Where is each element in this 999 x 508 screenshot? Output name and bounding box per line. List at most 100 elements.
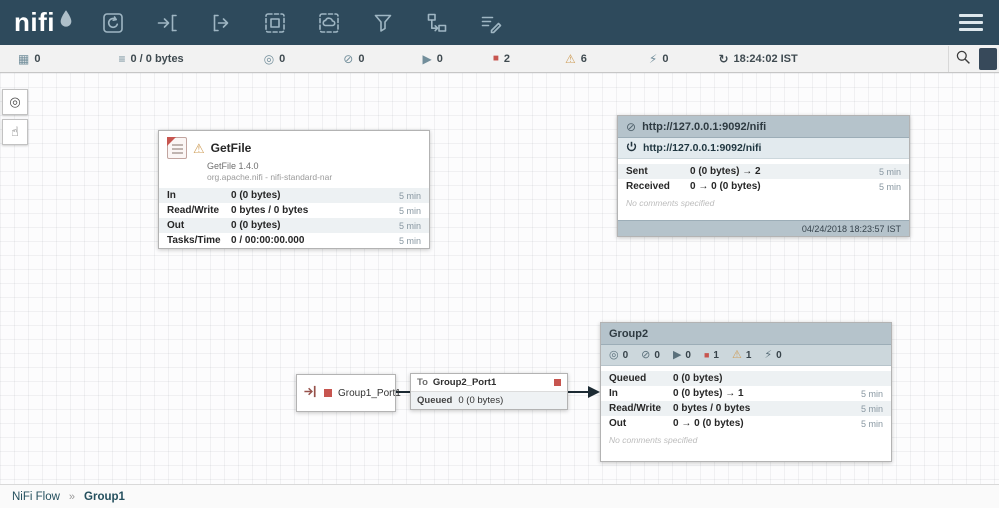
connection-to-label: To (417, 377, 428, 388)
processor-name: GetFile (211, 141, 252, 155)
transmission-icon (626, 141, 637, 155)
stat-value: 0 / 00:00:00.000 (231, 235, 304, 246)
process-group-tool-icon[interactable] (260, 8, 290, 38)
stat-value: 0 → 0 (0 bytes) (690, 181, 761, 192)
group-invalid-count: ⚠ 1 (732, 350, 751, 361)
stat-window: 5 min (879, 182, 901, 192)
group-name: Group2 (609, 328, 648, 340)
template-tool-icon[interactable] (422, 8, 452, 38)
stat-window: 5 min (861, 404, 883, 414)
connection-target-row: To Group2_Port1 (411, 374, 567, 392)
stat-value: 0 (0 bytes) (673, 373, 722, 384)
stat-label: In (609, 388, 673, 399)
running-stat: ▶ 0 (422, 53, 442, 65)
stat-window: 5 min (861, 389, 883, 399)
transmitting-stat: ◎ 0 (264, 53, 286, 65)
group-transmitting-count: ◎ 0 (609, 350, 628, 361)
not-transmitting-icon: ⊘ (343, 53, 353, 65)
connection-target-name: Group2_Port1 (433, 377, 496, 388)
breadcrumb-separator: » (69, 491, 75, 503)
disabled-icon: ⚡ (649, 53, 657, 65)
stopped-icon: ■ (493, 54, 499, 64)
label-tool-icon[interactable] (476, 8, 506, 38)
stat-value: 0 (0 bytes) → 1 (673, 388, 744, 399)
group-not-transmitting-count: ⊘ 0 (641, 350, 660, 361)
output-port-tool-icon[interactable] (206, 8, 236, 38)
stopped-count: 2 (504, 53, 510, 65)
invalid-icon: ⚠ (565, 53, 576, 65)
active-threads-stat: ▦ 0 (18, 53, 40, 65)
stat-window: 5 min (879, 167, 901, 177)
port-name: Group1_Port1 (338, 388, 401, 399)
funnel-tool-icon[interactable] (368, 8, 398, 38)
disabled-icon: ⚡ (764, 350, 772, 361)
stat-value: 0 → 0 (0 bytes) (673, 418, 744, 429)
group-disabled-count: ⚡ 0 (764, 350, 781, 361)
processor-bundle: org.apache.nifi - nifi-standard-nar (207, 172, 421, 182)
running-icon: ▶ (673, 350, 681, 361)
rpg-last-refreshed: 04/24/2018 18:23:57 IST (618, 220, 909, 236)
global-menu-button[interactable] (959, 14, 983, 31)
not-transmitting-count: 0 (358, 53, 364, 65)
processor-getfile[interactable]: ⚠ GetFile GetFile 1.4.0 org.apache.nifi … (158, 130, 430, 249)
invalid-count: 6 (581, 53, 587, 65)
breadcrumb-current[interactable]: Group1 (84, 491, 125, 503)
breadcrumb: NiFi Flow » Group1 (0, 484, 999, 508)
not-transmitting-stat: ⊘ 0 (343, 53, 364, 65)
not-transmitting-icon: ⊘ (626, 121, 636, 133)
stat-label: Read/Write (609, 403, 673, 414)
stat-window: 5 min (861, 419, 883, 429)
queued-count: 0 / 0 bytes (130, 53, 183, 65)
group-stat-row: Out 0 → 0 (0 bytes) 5 min (601, 416, 891, 431)
operate-palette-toggle[interactable]: ☝ (2, 119, 28, 145)
rpg-stat-row: Received 0 → 0 (0 bytes) 5 min (618, 179, 909, 194)
nifi-logo: nifi (0, 0, 84, 45)
group-stat-row: In 0 (0 bytes) → 1 5 min (601, 386, 891, 401)
queued-stat: ≡ 0 / 0 bytes (118, 53, 183, 65)
stat-window: 5 min (399, 236, 421, 246)
refresh-stat[interactable]: ↻ 18:24:02 IST (718, 53, 797, 65)
stat-value: 0 (0 bytes) → 2 (690, 166, 761, 177)
processor-header: ⚠ GetFile GetFile 1.4.0 org.apache.nifi … (159, 131, 429, 188)
processor-tool-icon[interactable] (98, 8, 128, 38)
processor-stat-row: In 0 (0 bytes) 5 min (159, 188, 429, 203)
remote-process-group-tool-icon[interactable] (314, 8, 344, 38)
process-group-group2[interactable]: Group2 ◎ 0 ⊘ 0 ▶ 0 ■ 1 (600, 322, 892, 462)
stat-label: Read/Write (167, 205, 231, 216)
palette-toggles: ◎ ☝ (2, 89, 28, 145)
remote-process-group[interactable]: ⊘ http://127.0.0.1:9092/nifi http://127.… (617, 115, 910, 237)
processor-stat-row: Read/Write 0 bytes / 0 bytes 5 min (159, 203, 429, 218)
stat-label: Queued (609, 373, 673, 384)
stat-label: Sent (626, 166, 690, 177)
connection-queued-value: 0 (0 bytes) (458, 395, 503, 406)
stat-label: Received (626, 181, 690, 192)
logo-text: nifi (14, 0, 55, 45)
flow-status-bar: ▦ 0 ≡ 0 / 0 bytes ◎ 0 ⊘ 0 ▶ 0 ■ 2 ⚠ 6 ⚡ (0, 45, 999, 73)
active-threads-count: 0 (34, 53, 40, 65)
component-toolbar (98, 8, 506, 38)
stopped-stat: ■ 2 (493, 53, 510, 65)
connection-queued-label: Queued (417, 395, 452, 406)
rpg-stat-row: Sent 0 (0 bytes) → 2 5 min (618, 164, 909, 179)
input-port-tool-icon[interactable] (152, 8, 182, 38)
group-status-counts: ◎ 0 ⊘ 0 ▶ 0 ■ 1 ⚠ 1 (601, 345, 891, 366)
invalid-icon: ⚠ (732, 350, 742, 361)
search-button[interactable] (948, 46, 976, 72)
transmitting-icon: ◎ (264, 53, 274, 65)
processor-type: GetFile 1.4.0 (207, 161, 421, 171)
droplet-icon (58, 9, 74, 36)
running-count: 0 (437, 53, 443, 65)
refresh-icon[interactable]: ↻ (718, 53, 728, 65)
rpg-target-uri-row: http://127.0.0.1:9092/nifi (618, 138, 909, 159)
not-transmitting-icon: ⊘ (641, 350, 650, 361)
transmitting-count: 0 (279, 53, 285, 65)
breadcrumb-root[interactable]: NiFi Flow (12, 491, 60, 503)
connection-label[interactable]: To Group2_Port1 Queued 0 (0 bytes) (410, 373, 568, 410)
navigate-palette-toggle[interactable]: ◎ (2, 89, 28, 115)
operate-icon: ☝ (11, 124, 19, 140)
port-icon (303, 384, 318, 402)
connection-queued-row: Queued 0 (0 bytes) (411, 392, 567, 409)
port-group1-port1[interactable]: Group1_Port1 (296, 374, 396, 412)
running-icon: ▶ (422, 53, 431, 65)
flow-canvas[interactable]: ◎ ☝ ⚠ GetFile GetFile 1.4.0 org.apache.n… (0, 73, 999, 484)
